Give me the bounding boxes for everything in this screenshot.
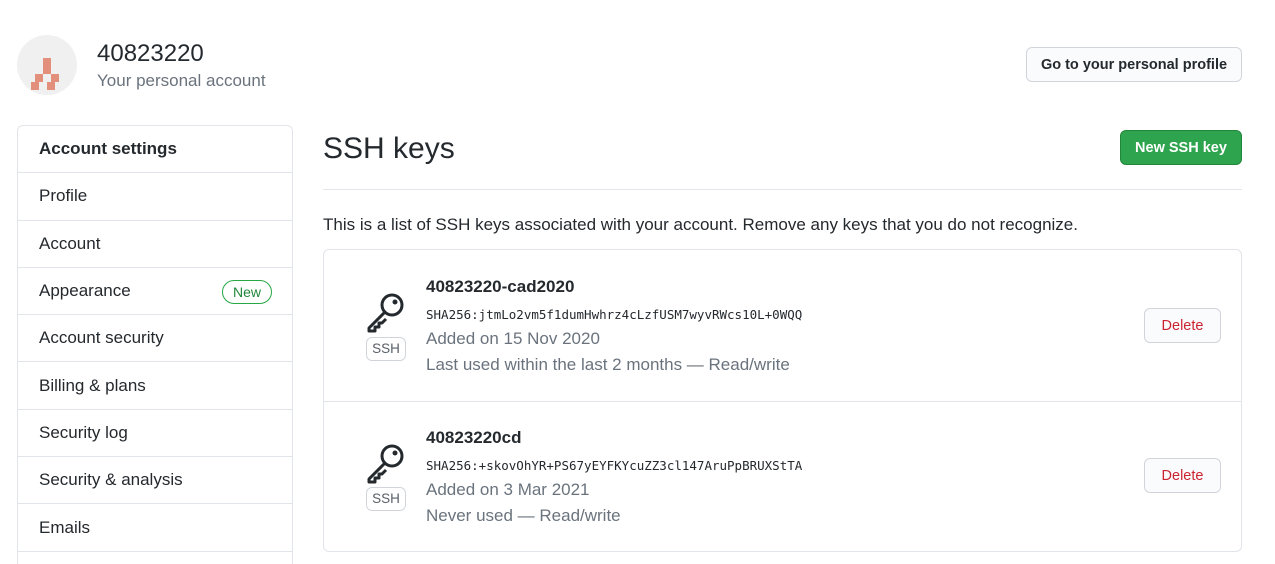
- delete-key-button[interactable]: Delete: [1144, 308, 1221, 343]
- ssh-key-list: SSH 40823220-cad2020 SHA256:jtmLo2vm5f1d…: [323, 249, 1242, 552]
- ssh-type-label: SSH: [366, 337, 406, 361]
- key-usage: Never used — Read/write: [426, 506, 621, 525]
- key-usage: Last used within the last 2 months — Rea…: [426, 355, 790, 374]
- key-added-date: Added on 15 Nov 2020: [426, 329, 600, 348]
- sidebar-heading: Account settings: [18, 126, 292, 174]
- sidebar-item-security-log[interactable]: Security log: [18, 410, 292, 458]
- key-icon: [367, 444, 404, 484]
- sidebar-item-account-security[interactable]: Account security: [18, 315, 292, 363]
- new-badge: New: [221, 279, 272, 304]
- new-ssh-key-button[interactable]: New SSH key: [1120, 130, 1242, 165]
- key-fingerprint: SHA256:+skovOhYR+PS67yEYFKYcuZZ3cl147Aru…: [426, 458, 803, 473]
- key-fingerprint: SHA256:jtmLo2vm5f1dumHwhrz4cLzfUSM7wyvRW…: [426, 307, 803, 322]
- sidebar-item-label: Billing & plans: [39, 375, 146, 395]
- sidebar-item-billing[interactable]: Billing & plans: [18, 362, 292, 410]
- sidebar-item-label: Emails: [39, 517, 91, 537]
- key-icon: [367, 293, 404, 333]
- account-username: 40823220: [97, 40, 204, 67]
- title-divider: [323, 189, 1242, 190]
- go-to-profile-button[interactable]: Go to your personal profile: [1026, 47, 1242, 82]
- sidebar-item-account[interactable]: Account: [18, 221, 292, 268]
- ssh-key-row: SSH 40823220cd SHA256:+skovOhYR+PS67yEYF…: [324, 401, 1241, 552]
- delete-key-button[interactable]: Delete: [1144, 458, 1221, 493]
- sidebar-item-label: Account security: [39, 328, 164, 348]
- key-title: 40823220-cad2020: [426, 277, 575, 296]
- ssh-type-label: SSH: [366, 487, 406, 511]
- sidebar-item-label: Security & analysis: [39, 470, 183, 490]
- sidebar-item-label: Account: [39, 233, 101, 253]
- intro-text: This is a list of SSH keys associated wi…: [323, 215, 1078, 234]
- sidebar-item-label: Appearance: [39, 281, 131, 301]
- sidebar-item-label: Security log: [39, 422, 128, 442]
- account-subtitle: Your personal account: [97, 71, 266, 90]
- ssh-key-row: SSH 40823220-cad2020 SHA256:jtmLo2vm5f1d…: [324, 250, 1241, 401]
- sidebar-item-label: Profile: [39, 186, 88, 206]
- key-title: 40823220cd: [426, 428, 522, 447]
- sidebar-item-profile[interactable]: Profile: [18, 173, 292, 221]
- settings-sidebar: Account settings Profile Account Appeara…: [17, 125, 293, 564]
- sidebar-item-appearance[interactable]: Appearance New: [18, 268, 292, 316]
- page-title: SSH keys: [323, 132, 455, 165]
- key-added-date: Added on 3 Mar 2021: [426, 480, 590, 499]
- sidebar-item-security-analysis[interactable]: Security & analysis: [18, 457, 292, 505]
- avatar: [17, 35, 77, 95]
- sidebar-item-emails[interactable]: Emails: [18, 504, 292, 552]
